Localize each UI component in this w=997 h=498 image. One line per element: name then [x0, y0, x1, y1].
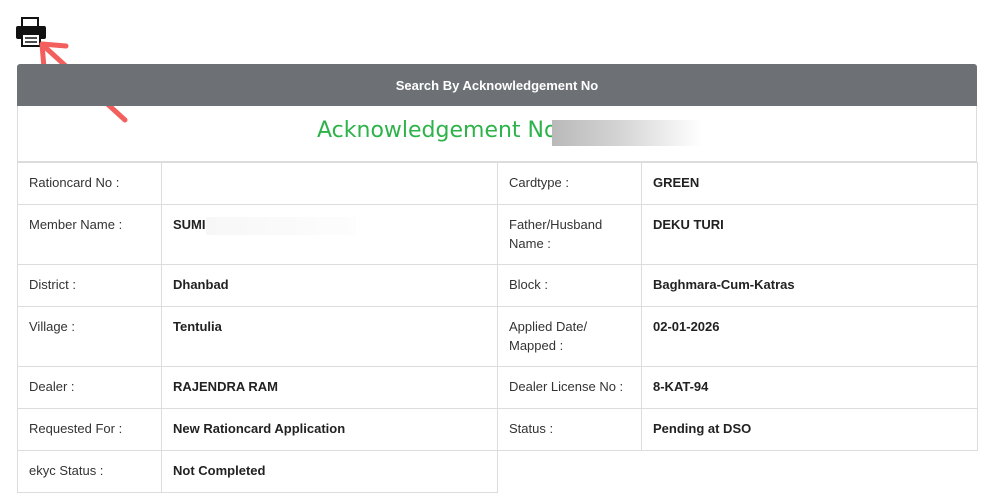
- label-ekyc-status: ekyc Status :: [17, 450, 162, 493]
- panel-header: Search By Acknowledgement No: [17, 64, 977, 106]
- acknowledgement-panel: Search By Acknowledgement No Acknowledge…: [17, 64, 978, 493]
- table-row: District : Dhanbad Block : Baghmara-Cum-…: [17, 264, 978, 307]
- label-dealer: Dealer :: [17, 366, 162, 409]
- value-father-husband-name: DEKU TURI: [641, 204, 978, 265]
- label-status: Status :: [497, 408, 642, 451]
- details-table: Rationcard No : Cardtype : GREEN Member …: [17, 162, 978, 493]
- table-row: Requested For : New Rationcard Applicati…: [17, 408, 978, 451]
- table-row: Village : Tentulia Applied Date/ Mapped …: [17, 306, 978, 367]
- table-row: ekyc Status : Not Completed: [17, 450, 978, 493]
- value-member-name-cell: SUMI: [161, 204, 498, 265]
- table-row: Rationcard No : Cardtype : GREEN: [17, 162, 978, 205]
- value-dealer-license-no: 8-KAT-94: [641, 366, 978, 409]
- value-member-name: SUMI: [173, 217, 206, 232]
- label-rationcard-no: Rationcard No :: [17, 162, 162, 205]
- value-applied-date: 02-01-2026: [641, 306, 978, 367]
- label-member-name: Member Name :: [17, 204, 162, 265]
- label-block: Block :: [497, 264, 642, 307]
- label-dealer-license-no: Dealer License No :: [497, 366, 642, 409]
- value-ekyc-status: Not Completed: [161, 450, 498, 493]
- label-father-husband-name: Father/Husband Name :: [497, 204, 642, 265]
- acknowledgement-number-redacted: [552, 120, 702, 146]
- panel-title: Search By Acknowledgement No: [395, 77, 599, 93]
- value-status: Pending at DSO: [641, 408, 978, 451]
- table-row: Dealer : RAJENDRA RAM Dealer License No …: [17, 366, 978, 409]
- acknowledgement-row: Acknowledgement No :: [17, 106, 977, 162]
- value-requested-for: New Rationcard Application: [161, 408, 498, 451]
- value-district: Dhanbad: [161, 264, 498, 307]
- value-rationcard-no: [161, 162, 498, 205]
- value-village: Tentulia: [161, 306, 498, 367]
- value-cardtype: GREEN: [641, 162, 978, 205]
- redacted-text: [205, 216, 356, 235]
- table-row: Member Name : SUMI Father/Husband Name :…: [17, 204, 978, 265]
- empty-cell: [498, 451, 642, 493]
- value-dealer: RAJENDRA RAM: [161, 366, 498, 409]
- label-applied-date: Applied Date/ Mapped :: [497, 306, 642, 367]
- label-cardtype: Cardtype :: [497, 162, 642, 205]
- label-district: District :: [17, 264, 162, 307]
- empty-cell: [642, 451, 978, 493]
- label-village: Village :: [17, 306, 162, 367]
- value-block: Baghmara-Cum-Katras: [641, 264, 978, 307]
- acknowledgement-label: Acknowledgement No :: [317, 118, 572, 143]
- printer-icon[interactable]: [14, 16, 48, 48]
- label-requested-for: Requested For :: [17, 408, 162, 451]
